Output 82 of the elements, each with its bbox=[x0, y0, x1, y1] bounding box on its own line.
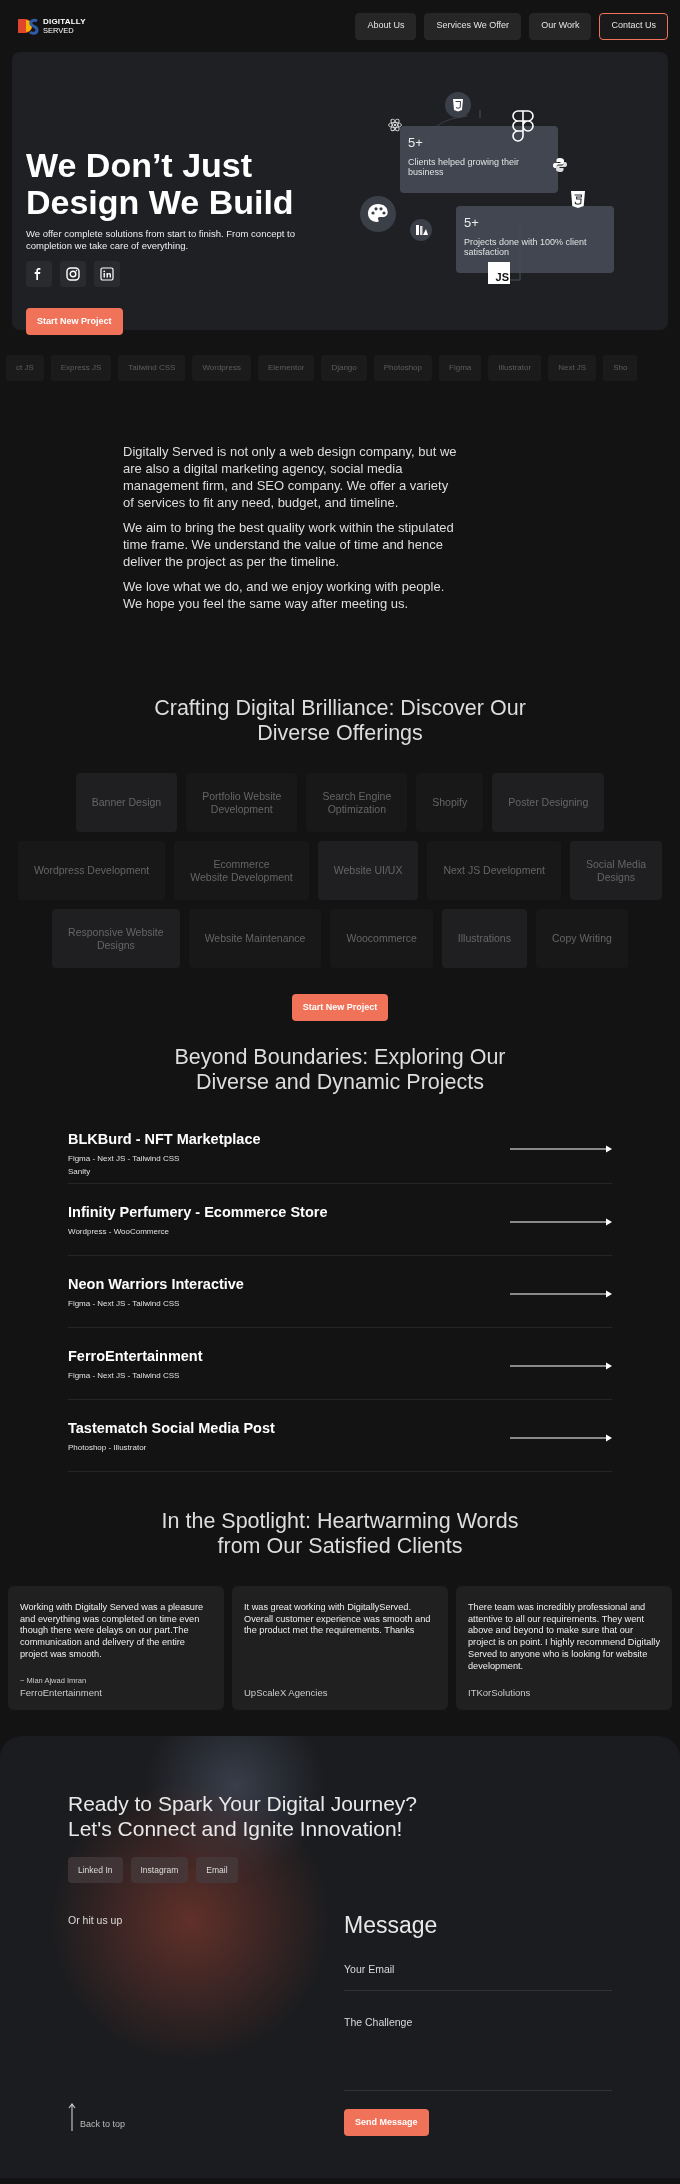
logo-text: DIGITALLY bbox=[43, 17, 86, 26]
testimonial-quote: There team was incredibly professional and attentive to all our requirements. They went above and beyond to make sure that our project is on point. I highly recommend Digitally Served to anyone who is looking for website development. bbox=[468, 1602, 660, 1673]
instagram-icon bbox=[65, 266, 81, 283]
nav-link[interactable]: About Us bbox=[355, 12, 417, 40]
project-tags: Wordpress - WooCommerce bbox=[68, 1224, 328, 1238]
project-row[interactable]: FerroEntertainment Figma - Next JS - Tailwind CSS bbox=[68, 1328, 612, 1400]
service-tile: Social Media Designs bbox=[570, 841, 663, 900]
project-title: FerroEntertainment bbox=[68, 1349, 203, 1365]
service-tile: Website Maintenance bbox=[188, 909, 322, 968]
design-tools-icon bbox=[410, 219, 432, 241]
contact-link[interactable]: Instagram bbox=[130, 1857, 189, 1883]
service-tile: Portfolio Website Development bbox=[186, 773, 298, 832]
contact-heading: Ready to Spark Your Digital Journey? Let's Connect and Ignite Innovation! bbox=[68, 1791, 419, 1841]
testimonial-quote: Working with Digitally Served was a pleasure and everything was completed on time even though there were delays on our part.The communication and delivery of the entire project was smooth. bbox=[20, 1602, 205, 1661]
service-tile: Woocommerce bbox=[330, 909, 433, 968]
nav-link[interactable]: Services We Offer bbox=[424, 12, 522, 40]
service-tile: Search Engine Optimization bbox=[306, 773, 408, 832]
project-tags: Photoshop - Illustrator bbox=[68, 1440, 275, 1454]
email-field[interactable]: Your Email bbox=[344, 1962, 612, 1991]
arrow-icon bbox=[510, 1289, 612, 1299]
project-title: BLKBurd - NFT Marketplace bbox=[68, 1132, 261, 1148]
project-row[interactable]: Tastematch Social Media Post Photoshop - Illustrator bbox=[68, 1400, 612, 1472]
service-tile: Shopify bbox=[416, 773, 484, 832]
arrow-icon bbox=[510, 1144, 612, 1154]
stat-value: 5+ bbox=[408, 135, 424, 151]
js-badge: JS bbox=[488, 262, 510, 284]
palette-icon bbox=[360, 196, 396, 232]
project-tags: Figma - Next JS - Tailwind CSS Sanity bbox=[68, 1151, 261, 1178]
arrow-icon bbox=[510, 1217, 612, 1227]
stat-label: Projects done with 100% client satisfaction bbox=[464, 236, 588, 259]
project-row[interactable]: BLKBurd - NFT Marketplace Figma - Next JS - Tailwind CSS Sanity bbox=[68, 1105, 612, 1184]
contact-link[interactable]: Email bbox=[196, 1857, 238, 1883]
contact-link[interactable]: Linked In bbox=[68, 1857, 123, 1883]
project-title: Infinity Perfumery - Ecommerce Store bbox=[68, 1205, 328, 1221]
social-link[interactable] bbox=[26, 261, 52, 288]
section-heading: Beyond Boundaries: Exploring Our Diverse and Dynamic Projects bbox=[173, 1045, 507, 1095]
atom-icon bbox=[388, 118, 402, 132]
hero-title: We Don’t Just Design We Build bbox=[26, 147, 295, 221]
social-link[interactable] bbox=[60, 261, 86, 288]
arrow-icon bbox=[510, 1433, 612, 1443]
testimonial-company: FerroEntertainment bbox=[20, 1685, 103, 1700]
project-row[interactable]: Infinity Perfumery - Ecommerce Store Wordpress - WooCommerce bbox=[68, 1184, 612, 1256]
project-tags: Figma - Next JS - Tailwind CSS bbox=[68, 1368, 203, 1382]
service-tile: Illustrations bbox=[441, 909, 527, 968]
message-field[interactable]: The Challenge bbox=[344, 2014, 612, 2091]
stat-value: 5+ bbox=[464, 215, 480, 231]
social-link[interactable] bbox=[94, 261, 120, 288]
html-shield-icon bbox=[570, 191, 586, 209]
testimonial-quote: It was great working with DigitallyServed. Overall customer experience was smooth and the product met the requirements. Thanks bbox=[244, 1602, 432, 1638]
project-row[interactable]: Neon Warriors Interactive Figma - Next JS - Tailwind CSS bbox=[68, 1256, 612, 1328]
tech-tag: Wordpress bbox=[192, 355, 251, 381]
service-tile: Wordpress Development bbox=[17, 841, 166, 900]
about-paragraph: Digitally Served is not only a web design company, but we are also a digital marketing agency, social media management firm, and SEO company. We offer a variety of services to fit any need, budget, and timeline. bbox=[123, 443, 458, 511]
about-paragraph: We aim to bring the best quality work within the stipulated time frame. We understand the value of time and hence deliver the project as per the timeline. bbox=[123, 519, 455, 570]
linkedin-icon bbox=[99, 266, 115, 283]
stat-label: Clients helped growing their business bbox=[408, 156, 521, 179]
section-heading: Crafting Digital Brilliance: Discover Our Diverse Offerings bbox=[153, 696, 527, 746]
back-to-top-link[interactable]: Back to top bbox=[68, 2103, 344, 2131]
section-heading: In the Spotlight: Heartwarming Words from Our Satisfied Clients bbox=[160, 1509, 520, 1559]
figma-logo-icon bbox=[512, 110, 534, 142]
project-title: Neon Warriors Interactive bbox=[68, 1277, 244, 1293]
python-logo-icon bbox=[552, 157, 568, 173]
form-heading: Message bbox=[344, 1913, 439, 1938]
arrow-icon bbox=[510, 1361, 612, 1371]
service-tile: Website UI/UX bbox=[317, 841, 419, 900]
service-tile: Responsive Website Designs bbox=[52, 909, 180, 968]
testimonial-company: ITKorSolutions bbox=[468, 1685, 532, 1700]
service-tile: Copy Writing bbox=[535, 909, 628, 968]
project-title: Tastematch Social Media Post bbox=[68, 1421, 275, 1437]
hero-subtitle: We offer complete solutions from start to finish. From concept to completion we take care of everything. bbox=[26, 228, 296, 253]
testimonial-company: UpScaleX Agencies bbox=[244, 1685, 329, 1700]
service-tile: Banner Design bbox=[75, 773, 178, 832]
service-tile: Next JS Development bbox=[427, 841, 561, 900]
aside-text: Or hit us up bbox=[68, 1913, 124, 1928]
project-tags: Figma - Next JS - Tailwind CSS bbox=[68, 1296, 244, 1310]
css-shield-icon bbox=[445, 92, 471, 118]
logo-mark-icon bbox=[18, 17, 39, 35]
about-paragraph: We love what we do, and we enjoy working with people. We hope you feel the same way after meeting us. bbox=[123, 578, 446, 612]
nav-link[interactable]: Our Work bbox=[529, 12, 592, 40]
service-tile: Poster Designing bbox=[492, 773, 605, 832]
up-arrow-icon bbox=[68, 2103, 76, 2131]
service-tile: Ecommerce Website Development bbox=[174, 841, 309, 900]
